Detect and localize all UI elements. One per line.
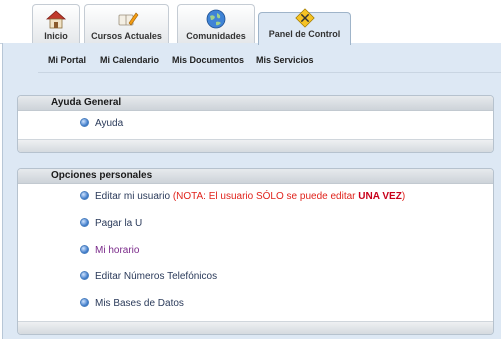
- edit-note: (NOTA: El usuario SÓLO se puede editar U…: [173, 191, 405, 202]
- editar-telefonos-link[interactable]: Editar Números Telefónicos: [95, 271, 217, 282]
- editar-usuario-link[interactable]: Editar mi usuario: [95, 191, 170, 202]
- bullet-icon: [80, 217, 89, 227]
- bullet-icon: [80, 190, 89, 200]
- list-item: Pagar la U: [80, 217, 142, 229]
- bullet-icon: [80, 117, 89, 127]
- ayuda-general-box: Ayuda General Ayuda: [17, 95, 494, 153]
- house-icon: [45, 10, 67, 29]
- tab-cursos-label: Cursos Actuales: [91, 31, 162, 41]
- tab-comunidades-label: Comunidades: [186, 31, 246, 41]
- subnav-mis-documentos[interactable]: Mis Documentos: [172, 55, 244, 65]
- edit-note-text: (NOTA: El usuario SÓLO se puede editar: [172, 191, 359, 202]
- list-item: Mis Bases de Datos: [80, 297, 184, 309]
- list-item: Editar mi usuario (NOTA: El usuario SÓLO…: [80, 190, 405, 202]
- bullet-icon: [80, 244, 89, 254]
- bases-de-datos-link[interactable]: Mis Bases de Datos: [95, 298, 184, 309]
- tab-inicio[interactable]: Inicio: [32, 4, 80, 44]
- edit-note-close: ): [401, 191, 406, 202]
- subnav-mi-calendario[interactable]: Mi Calendario: [100, 55, 159, 65]
- tab-inicio-label: Inicio: [44, 31, 68, 41]
- ayuda-general-title: Ayuda General: [51, 97, 122, 108]
- bullet-icon: [80, 270, 89, 280]
- tab-panel-label: Panel de Control: [268, 29, 341, 39]
- opciones-personales-title: Opciones personales: [51, 170, 153, 181]
- opciones-personales-footer: [18, 321, 493, 334]
- pagar-link[interactable]: Pagar la U: [95, 218, 142, 229]
- ayuda-link[interactable]: Ayuda: [95, 118, 123, 129]
- bullet-icon: [80, 297, 89, 307]
- subnav-mi-portal[interactable]: Mi Portal: [48, 55, 86, 65]
- tab-bar: Inicio Cursos Actuales Comunidades Panel…: [0, 0, 501, 45]
- opciones-personales-header: Opciones personales: [18, 169, 493, 184]
- book-pencil-icon: [118, 12, 138, 26]
- list-item: Editar Números Telefónicos: [80, 270, 217, 282]
- subnav-mis-servicios[interactable]: Mis Servicios: [256, 55, 314, 65]
- tab-panel-de-control[interactable]: Panel de Control: [258, 8, 351, 45]
- list-item: Ayuda: [80, 117, 123, 129]
- edit-note-emphasis: UNA VEZ: [358, 191, 402, 202]
- opciones-personales-box: Opciones personales Editar mi usuario (N…: [17, 168, 494, 335]
- mi-horario-link[interactable]: Mi horario: [95, 245, 139, 256]
- list-item: Mi horario: [80, 244, 139, 256]
- tab-cursos-actuales[interactable]: Cursos Actuales: [84, 4, 169, 44]
- ayuda-general-header: Ayuda General: [18, 96, 493, 111]
- ayuda-general-footer: [18, 139, 493, 152]
- subnav-divider: [38, 72, 501, 73]
- tools-icon: [294, 8, 315, 28]
- globe-icon: [206, 9, 226, 29]
- tab-comunidades[interactable]: Comunidades: [177, 4, 255, 44]
